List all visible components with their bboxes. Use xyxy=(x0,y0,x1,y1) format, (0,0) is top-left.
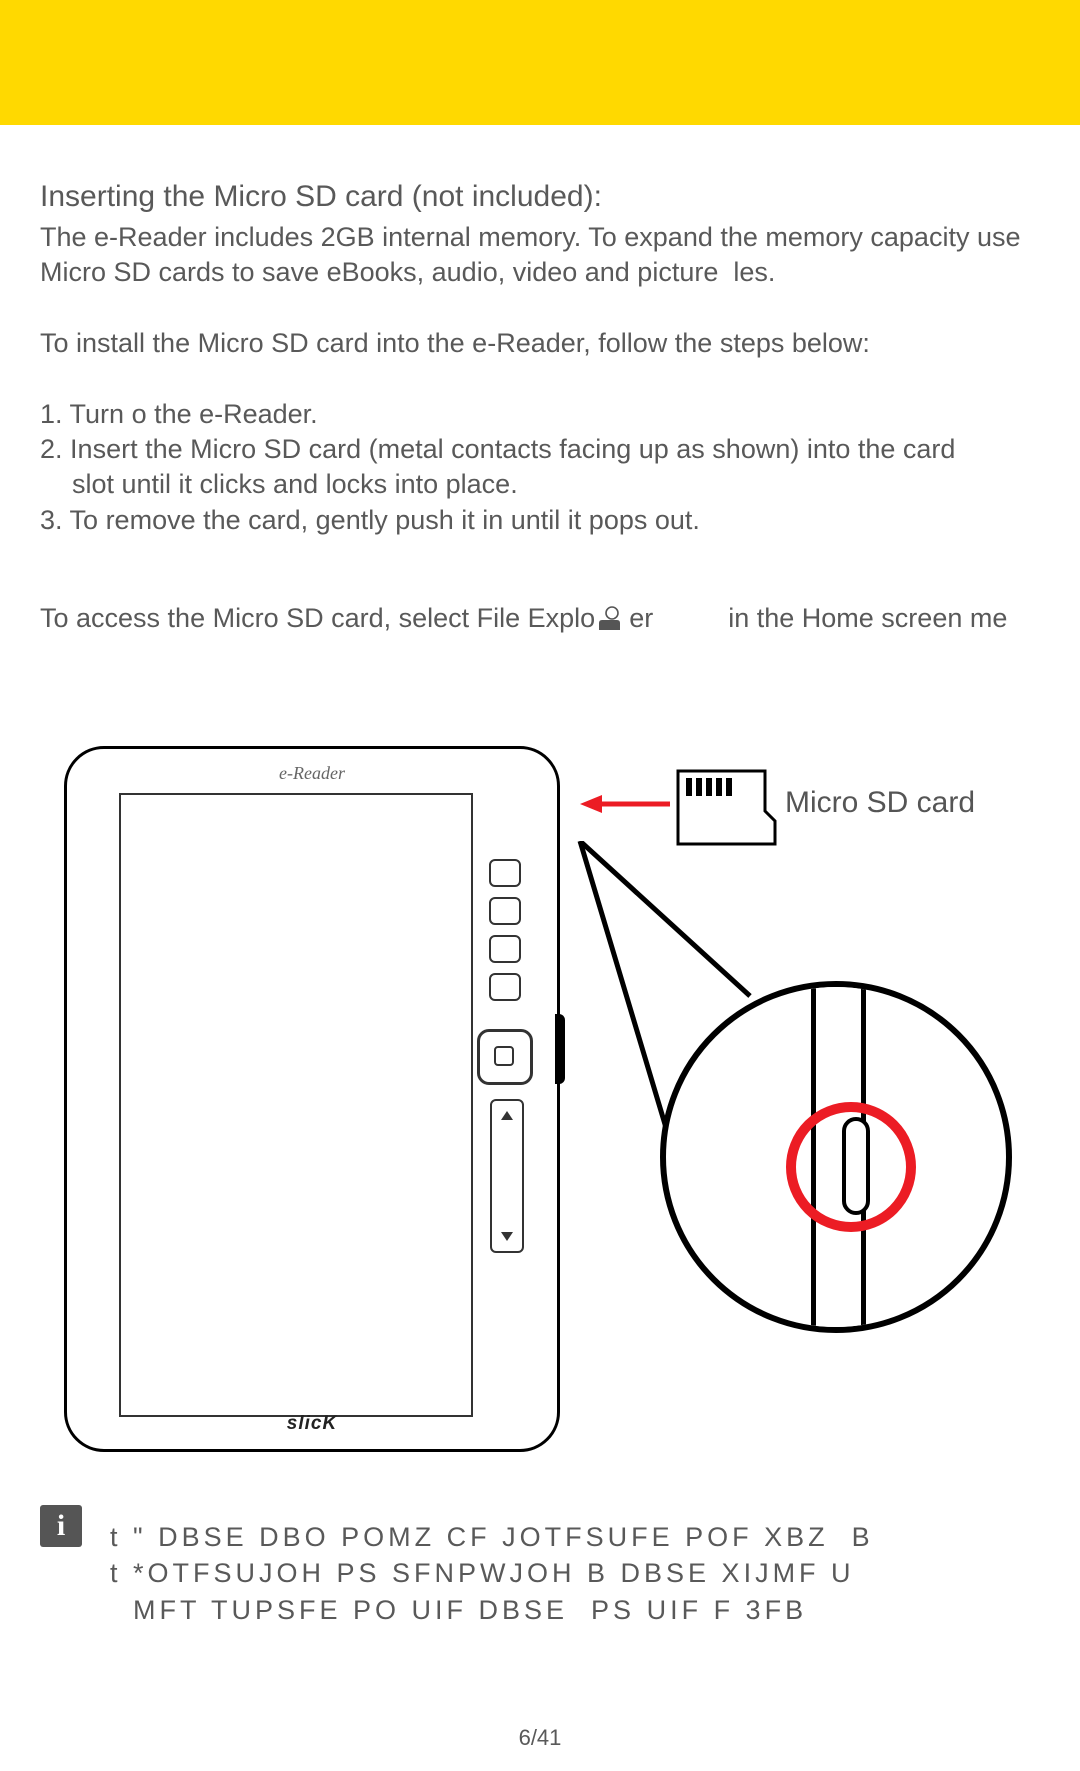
step-text-cont: slot until it clicks and locks into plac… xyxy=(40,467,1080,502)
card-slot-edge-icon xyxy=(555,1014,565,1084)
step-number: 1. xyxy=(40,399,63,429)
sd-card-label: Micro SD card xyxy=(785,786,975,820)
intro-paragraph: The e-Reader includes 2GB internal memor… xyxy=(40,220,1080,290)
note-line-3: MFT TUPSFE PO UIF DBSE PS UIF F 3FB xyxy=(110,1595,807,1625)
page-rocker-icon xyxy=(490,1099,524,1253)
access-text-after: in the Home screen me xyxy=(728,603,1007,633)
step-text: Turn o the e-Reader. xyxy=(70,399,318,429)
note-line-1: t " DBSE DBO POMZ CF JOTFSUFE POF XBZ B xyxy=(110,1522,874,1552)
step-text: Insert the Micro SD card (metal contacts… xyxy=(70,434,955,464)
content-area: Inserting the Micro SD card (not include… xyxy=(0,125,1080,1456)
step-2: 2. Insert the Micro SD card (metal conta… xyxy=(40,432,1080,502)
access-paragraph: To access the Micro SD card, select File… xyxy=(40,601,1080,636)
device-top-label: e-Reader xyxy=(67,763,557,784)
step-1: 1. Turn o the e-Reader. xyxy=(40,397,1080,432)
side-button-icon xyxy=(489,973,521,1001)
insert-arrow-icon xyxy=(580,793,670,815)
access-text-mid: er xyxy=(629,603,653,633)
side-button-icon xyxy=(489,935,521,963)
note-lines: t " DBSE DBO POMZ CF JOTFSUFE POF XBZ B … xyxy=(110,1519,874,1628)
callout-zoom-circle xyxy=(660,981,1012,1333)
device-screen xyxy=(119,793,473,1417)
note-line-2: t *OTFSUJOH PS SFNPWJOH B DBSE XIJMF U xyxy=(110,1558,855,1588)
page: Inserting the Micro SD card (not include… xyxy=(0,0,1080,1771)
device-brand-label: slicK xyxy=(67,1413,557,1435)
info-icon: i xyxy=(40,1505,82,1547)
side-button-icon xyxy=(489,859,521,887)
step-number: 2. xyxy=(40,434,63,464)
micro-sd-card-icon xyxy=(670,766,780,851)
ereader-device-outline: e-Reader slicK xyxy=(64,746,560,1452)
page-number: 6/41 xyxy=(0,1725,1080,1751)
step-text: To remove the card, gently push it in un… xyxy=(70,505,700,535)
section-heading: Inserting the Micro SD card (not include… xyxy=(40,180,1080,214)
header-bar xyxy=(0,0,1080,125)
step-3: 3. To remove the card, gently push it in… xyxy=(40,503,1080,538)
file-explorer-icon xyxy=(597,606,623,632)
steps-list: 1. Turn o the e-Reader. 2. Insert the Mi… xyxy=(40,397,1080,537)
access-text-before: To access the Micro SD card, select File… xyxy=(40,603,595,633)
diagram: e-Reader slicK xyxy=(40,746,1080,1456)
highlight-ring-icon xyxy=(786,1102,916,1232)
side-button-icon xyxy=(489,897,521,925)
home-button-icon xyxy=(477,1029,533,1085)
step-number: 3. xyxy=(40,505,63,535)
install-intro: To install the Micro SD card into the e-… xyxy=(40,326,1080,361)
